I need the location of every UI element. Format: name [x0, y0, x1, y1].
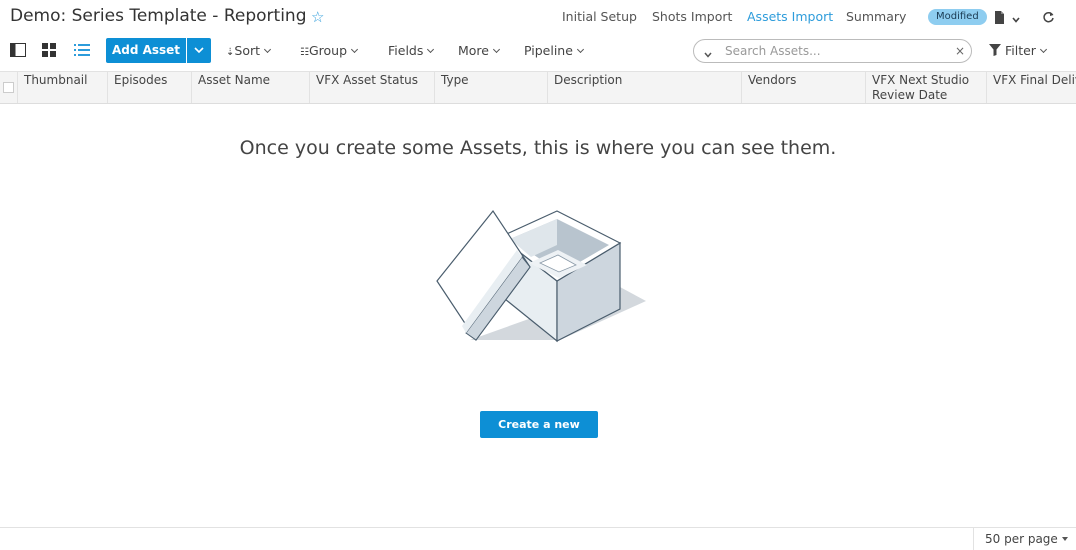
chevron-down-icon: [427, 45, 435, 54]
column-header[interactable]: Type: [435, 72, 548, 103]
caret-down-icon: [1061, 537, 1068, 541]
chevron-down-icon: [263, 45, 272, 54]
empty-state-message: Once you create some Assets, this is whe…: [239, 137, 837, 159]
chevron-down-icon: [350, 45, 359, 54]
search-options-chevron-icon[interactable]: [703, 45, 713, 64]
column-header[interactable]: Vendors: [742, 72, 866, 103]
star-icon[interactable]: ☆: [311, 8, 324, 26]
chevron-down-icon[interactable]: [1011, 10, 1021, 29]
select-all-cell: [0, 72, 18, 103]
chevron-down-icon: [492, 45, 501, 54]
column-header[interactable]: Episodes: [108, 72, 192, 103]
more-menu[interactable]: More: [458, 43, 501, 58]
create-asset-button[interactable]: Create a new Asset: [480, 411, 598, 458]
detail-view-icon[interactable]: [10, 42, 26, 61]
add-asset-dropdown[interactable]: [187, 38, 211, 63]
search-input[interactable]: [725, 43, 945, 59]
select-all-checkbox[interactable]: [3, 82, 14, 93]
list-view-icon[interactable]: [74, 42, 90, 61]
column-header[interactable]: VFX Final Delivery: [987, 72, 1076, 103]
grid-view-icon[interactable]: [42, 42, 56, 61]
filter-icon: [989, 43, 1005, 58]
page-title: Demo: Series Template - Reporting: [10, 6, 307, 26]
filter-menu[interactable]: Filter: [989, 43, 1047, 58]
column-header[interactable]: Description: [548, 72, 742, 103]
sort-menu[interactable]: ⇣Sort: [226, 43, 272, 58]
status-badge: Modified: [928, 9, 987, 25]
nav-assets-import[interactable]: Assets Import: [747, 9, 833, 24]
chevron-down-icon: [194, 47, 204, 54]
nav-shots-import[interactable]: Shots Import: [652, 9, 732, 24]
column-header[interactable]: Asset Name: [192, 72, 310, 103]
nav-initial-setup[interactable]: Initial Setup: [562, 9, 637, 24]
refresh-icon[interactable]: [1042, 9, 1055, 28]
chevron-down-icon: [1039, 45, 1047, 54]
header: Demo: Series Template - Reporting ☆ Init…: [0, 0, 1076, 34]
chevron-down-icon: [576, 45, 584, 54]
fields-menu[interactable]: Fields: [388, 43, 435, 58]
pipeline-menu[interactable]: Pipeline: [524, 43, 584, 58]
add-asset-button[interactable]: Add Asset: [106, 38, 186, 63]
group-menu[interactable]: ☷Group: [300, 43, 359, 58]
nav-summary[interactable]: Summary: [846, 9, 906, 24]
footer-divider: [973, 528, 974, 550]
footer: 50 per page: [0, 527, 1076, 550]
group-icon: ☷: [300, 47, 309, 58]
document-icon[interactable]: [994, 9, 1005, 28]
per-page-selector[interactable]: 50 per page: [985, 532, 1068, 546]
column-header[interactable]: VFX Asset Status: [310, 72, 435, 103]
clear-search-icon[interactable]: ×: [955, 44, 965, 58]
table-header: Thumbnail Episodes Asset Name VFX Asset …: [0, 71, 1076, 104]
column-header[interactable]: Thumbnail: [18, 72, 108, 103]
toolbar: Add Asset ⇣Sort ☷Group Fields More Pipel…: [0, 36, 1076, 66]
search-box: ×: [693, 39, 972, 63]
open-box-illustration: [436, 209, 646, 343]
column-header[interactable]: VFX Next Studio Review Date: [866, 72, 987, 103]
